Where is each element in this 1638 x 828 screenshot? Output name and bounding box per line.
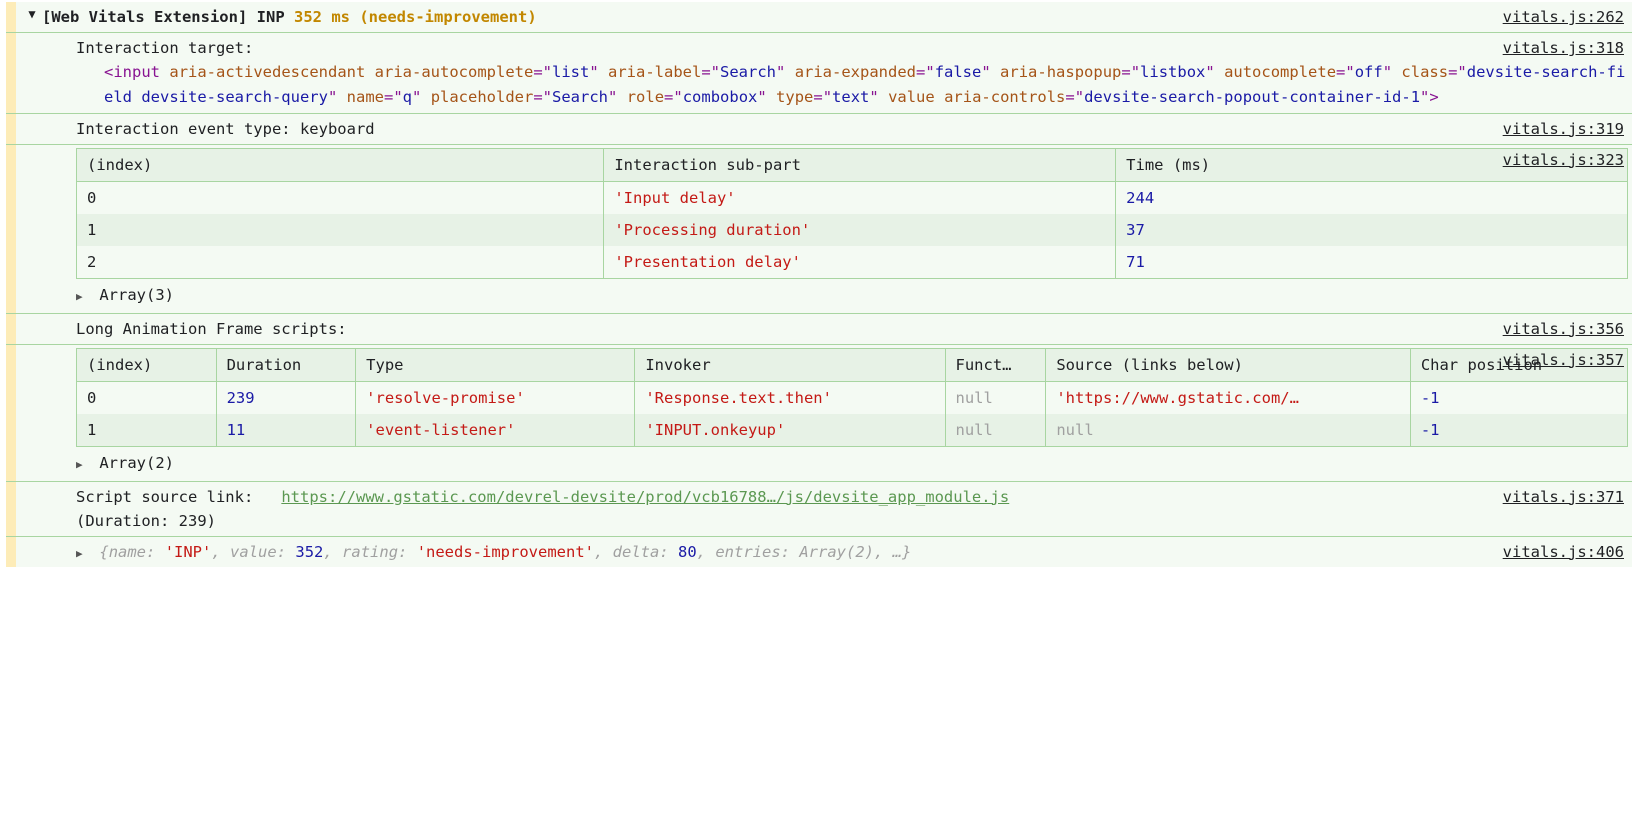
header-metric: INP xyxy=(257,8,285,26)
interaction-target-markup: <input aria-activedescendant aria-autoco… xyxy=(104,60,1628,110)
warn-gutter xyxy=(6,33,16,113)
header-value: 352 ms xyxy=(294,8,350,26)
table-header[interactable]: (index) xyxy=(77,348,217,381)
source-link[interactable]: vitals.js:323 xyxy=(1503,148,1624,172)
warn-gutter xyxy=(6,482,16,536)
event-type-text: Interaction event type: keyboard xyxy=(76,114,1632,144)
header-prefix: [Web Vitals Extension] xyxy=(42,8,247,26)
table-row[interactable]: 111'event-listener''INPUT.onkeyup'nullnu… xyxy=(77,414,1628,447)
console-panel: ▼ [Web Vitals Extension] INP 352 ms (nee… xyxy=(0,0,1638,573)
laf-label-text: Long Animation Frame scripts: xyxy=(76,314,1632,344)
table-row[interactable]: 2'Presentation delay'71 xyxy=(77,246,1628,279)
source-link[interactable]: vitals.js:371 xyxy=(1503,485,1624,509)
table-row[interactable]: 1'Processing duration'37 xyxy=(77,214,1628,246)
interaction-target-label: Interaction target: xyxy=(76,36,1628,60)
table-row[interactable]: 0'Input delay'244 xyxy=(77,181,1628,214)
table-header[interactable]: Interaction sub-part xyxy=(604,148,1116,181)
source-link[interactable]: vitals.js:262 xyxy=(1503,5,1624,29)
array-footer[interactable]: Array(2) xyxy=(99,454,174,472)
script-source-label: Script source link: xyxy=(76,488,253,506)
console-entry-header: ▼ [Web Vitals Extension] INP 352 ms (nee… xyxy=(6,2,1632,32)
source-link[interactable]: vitals.js:406 xyxy=(1503,540,1624,564)
table-header[interactable]: Source (links below) xyxy=(1046,348,1410,381)
object-preview[interactable]: {name: 'INP', value: 352, rating: 'needs… xyxy=(99,543,911,561)
table-header[interactable]: Type xyxy=(356,348,635,381)
warn-gutter xyxy=(6,145,16,313)
console-entry-table2: ▶ (index)DurationTypeInvokerFunct…Source… xyxy=(6,344,1632,481)
disclosure-right-icon[interactable]: ▶ xyxy=(76,288,90,305)
table-row[interactable]: 0239'resolve-promise''Response.text.then… xyxy=(77,381,1628,414)
warn-gutter xyxy=(6,345,16,481)
warn-gutter xyxy=(6,114,16,144)
console-entry-script-source: ▶ Script source link: https://www.gstati… xyxy=(6,481,1632,536)
script-source-duration: (Duration: 239) xyxy=(76,509,1628,533)
source-link[interactable]: vitals.js:319 xyxy=(1503,117,1624,141)
header-status: (needs-improvement) xyxy=(359,8,536,26)
warn-gutter xyxy=(6,2,16,32)
disclosure-right-icon[interactable]: ▶ xyxy=(76,456,90,473)
warn-gutter xyxy=(6,537,16,567)
source-link[interactable]: vitals.js:318 xyxy=(1503,36,1624,60)
console-entry-laf-label: ▶ Long Animation Frame scripts: vitals.j… xyxy=(6,313,1632,344)
interaction-subpart-table: (index)Interaction sub-partTime (ms) 0'I… xyxy=(76,148,1628,279)
warn-gutter xyxy=(6,314,16,344)
table-header[interactable]: (index) xyxy=(77,148,604,181)
console-entry-object: ▶ ▶ {name: 'INP', value: 352, rating: 'n… xyxy=(6,536,1632,567)
disclosure-down-icon[interactable]: ▼ xyxy=(22,2,42,24)
script-source-url[interactable]: https://www.gstatic.com/devrel-devsite/p… xyxy=(281,488,1009,506)
table-header[interactable]: Duration xyxy=(216,348,356,381)
console-entry-interaction-target: ▶ Interaction target: <input aria-active… xyxy=(6,32,1632,113)
disclosure-right-icon[interactable]: ▶ xyxy=(76,545,90,562)
console-entry-table1-src: ▶ (index)Interaction sub-partTime (ms) 0… xyxy=(6,144,1632,313)
table-header[interactable]: Invoker xyxy=(635,348,945,381)
table-header[interactable]: Funct… xyxy=(945,348,1046,381)
source-link[interactable]: vitals.js:357 xyxy=(1503,348,1624,372)
source-link[interactable]: vitals.js:356 xyxy=(1503,317,1624,341)
console-entry-event-type: ▶ Interaction event type: keyboard vital… xyxy=(6,113,1632,144)
laf-scripts-table: (index)DurationTypeInvokerFunct…Source (… xyxy=(76,348,1628,447)
array-footer[interactable]: Array(3) xyxy=(99,286,174,304)
